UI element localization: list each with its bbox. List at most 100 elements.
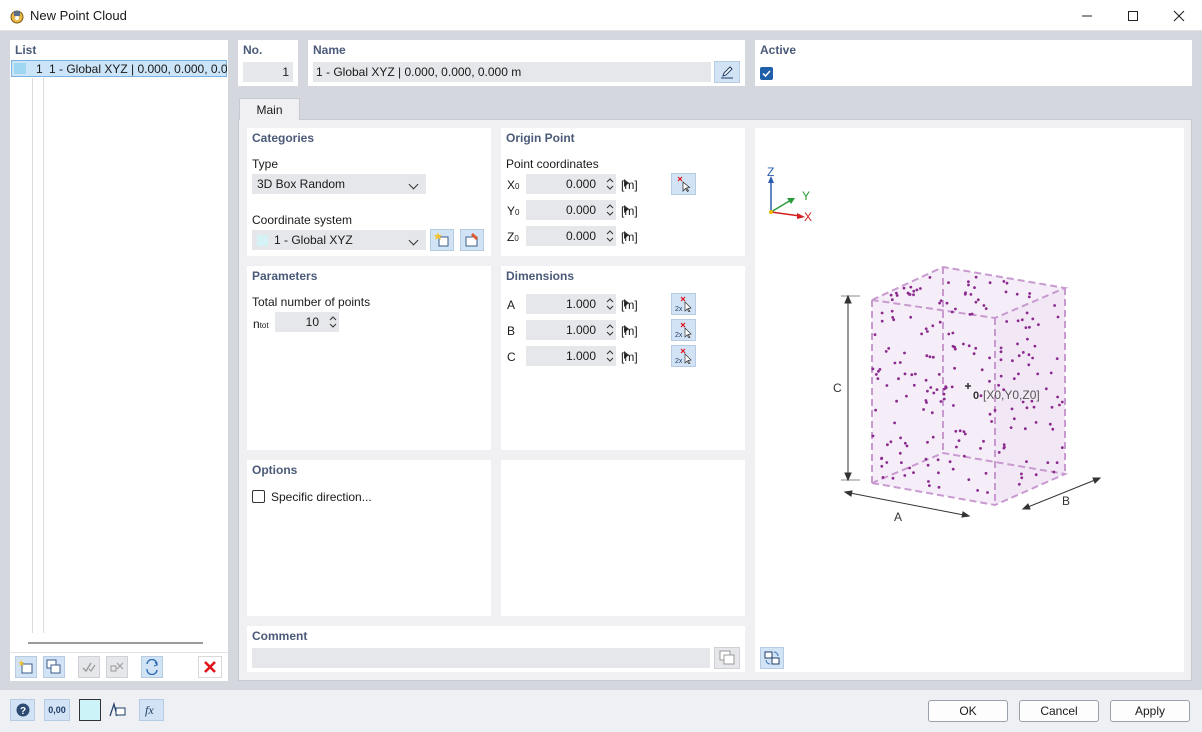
- x0-input[interactable]: 0.000: [526, 174, 629, 194]
- total-points-input[interactable]: 10: [275, 312, 339, 332]
- tab-main-label: Main: [256, 102, 283, 117]
- cloud-point: [986, 491, 989, 494]
- b-input[interactable]: 1.000: [526, 320, 629, 340]
- a-input[interactable]: 1.000: [526, 294, 629, 314]
- units-button[interactable]: 0,00: [44, 699, 70, 721]
- cloud-point: [931, 324, 935, 328]
- name-label: Name: [313, 43, 346, 57]
- maximize-button[interactable]: [1110, 0, 1156, 31]
- cloud-point: [905, 394, 908, 398]
- type-select[interactable]: 3D Box Random: [252, 174, 426, 194]
- footer-bar: ? 0,00 fx OK Cancel Apply: [0, 690, 1202, 732]
- cloud-point: [876, 377, 880, 380]
- dim-c-label: C: [833, 381, 842, 395]
- comment-library-button[interactable]: [714, 647, 740, 669]
- cloud-point: [1017, 482, 1021, 486]
- cloud-point: [895, 291, 898, 295]
- cloud-point: [945, 301, 949, 305]
- coordinate-system-select[interactable]: 1 - Global XYZ: [252, 230, 426, 250]
- ok-button[interactable]: OK: [928, 700, 1008, 722]
- a-value: 1.000: [565, 297, 596, 311]
- cloud-point: [973, 286, 976, 289]
- specific-direction-label: Specific direction...: [271, 490, 372, 504]
- options-panel: Options Specific direction...: [247, 460, 491, 616]
- cloud-point: [1025, 311, 1029, 315]
- edit-pencil-icon: [721, 66, 733, 79]
- pick-point-button[interactable]: [671, 173, 696, 195]
- apply-button[interactable]: Apply: [1110, 700, 1190, 722]
- cloud-point: [1003, 445, 1006, 449]
- color-button[interactable]: [79, 699, 101, 721]
- cloud-point: [962, 342, 965, 346]
- help-button[interactable]: ?: [10, 699, 35, 721]
- cloud-point: [1056, 395, 1059, 399]
- cloud-point: [897, 377, 900, 381]
- chevron-down-icon: [408, 235, 419, 246]
- new-item-button[interactable]: [15, 656, 37, 678]
- comment-input[interactable]: [252, 648, 710, 668]
- cancel-button[interactable]: Cancel: [1019, 700, 1099, 722]
- check-all-button[interactable]: [78, 656, 100, 678]
- z0-input[interactable]: 0.000: [526, 226, 629, 246]
- formula-button[interactable]: fx: [139, 699, 164, 721]
- display-properties-button[interactable]: [104, 699, 129, 721]
- number-input[interactable]: 1: [243, 62, 293, 82]
- specific-direction-checkbox[interactable]: [252, 490, 265, 503]
- cloud-point: [957, 439, 961, 442]
- name-input[interactable]: 1 - Global XYZ | 0.000, 0.000, 0.000 m: [313, 62, 711, 82]
- color-swatch: [257, 234, 268, 246]
- cloud-point: [929, 386, 933, 389]
- z0-unit: [m]: [621, 230, 638, 244]
- pick-distance-b-button[interactable]: 2x: [671, 319, 696, 341]
- cloud-point: [912, 289, 916, 293]
- horizontal-scrollbar[interactable]: [28, 642, 203, 644]
- cloud-point: [898, 451, 902, 455]
- cloud-point: [909, 285, 913, 289]
- origin-point-header: Origin Point: [506, 131, 575, 145]
- c-input[interactable]: 1.000: [526, 346, 629, 366]
- pick-two-points-icon: 2x: [675, 296, 692, 312]
- renumber-button[interactable]: [141, 656, 163, 678]
- tab-main[interactable]: Main: [239, 98, 300, 120]
- cloud-point: [891, 476, 895, 480]
- pick-distance-c-button[interactable]: 2x: [671, 345, 696, 367]
- edit-name-button[interactable]: [714, 61, 740, 83]
- active-checkbox[interactable]: [760, 67, 773, 80]
- cloud-point: [953, 366, 956, 370]
- cloud-point: [1046, 461, 1050, 464]
- cloud-point: [1028, 325, 1031, 329]
- pick-cursor-icon: [677, 176, 690, 192]
- a-unit: [m]: [621, 298, 638, 312]
- new-coordinate-system-button[interactable]: [430, 229, 454, 251]
- cloud-point: [905, 444, 909, 448]
- tree-guide-line: [32, 78, 33, 633]
- edit-coordinate-system-button[interactable]: [460, 229, 484, 251]
- cloud-point: [951, 331, 955, 335]
- new-coordinate-system-icon: [434, 232, 449, 247]
- uncheck-button[interactable]: [106, 656, 128, 678]
- cloud-point: [1024, 326, 1028, 329]
- cloud-point: [1034, 421, 1038, 424]
- close-window-button[interactable]: [1156, 0, 1202, 31]
- pick-distance-a-button[interactable]: 2x: [671, 293, 696, 315]
- delete-button[interactable]: [198, 656, 222, 678]
- cloud-point: [954, 429, 958, 433]
- cloud-point: [1025, 406, 1029, 410]
- check-list-icon: [82, 662, 96, 673]
- cloud-point: [893, 421, 896, 425]
- dim-a-label: A: [894, 510, 902, 524]
- cloud-point: [962, 430, 966, 433]
- list-item[interactable]: 1 1 - Global XYZ | 0.000, 0.000, 0.000 r: [11, 60, 227, 77]
- active-label: Active: [760, 43, 797, 57]
- total-points-value: 10: [305, 315, 319, 329]
- minimize-button[interactable]: [1064, 0, 1110, 31]
- type-label: Type: [252, 157, 279, 171]
- origin-mark-label: 0: [973, 390, 979, 402]
- view-options-button[interactable]: [760, 647, 784, 669]
- app-icon: [10, 10, 24, 24]
- copy-item-button[interactable]: [43, 656, 65, 678]
- cloud-point: [984, 471, 988, 475]
- figure-panel: Z Y X C A B 0 [X0,Y0,Z0]: [755, 128, 1184, 672]
- y0-input[interactable]: 0.000: [526, 200, 629, 220]
- cloud-point: [1051, 427, 1055, 431]
